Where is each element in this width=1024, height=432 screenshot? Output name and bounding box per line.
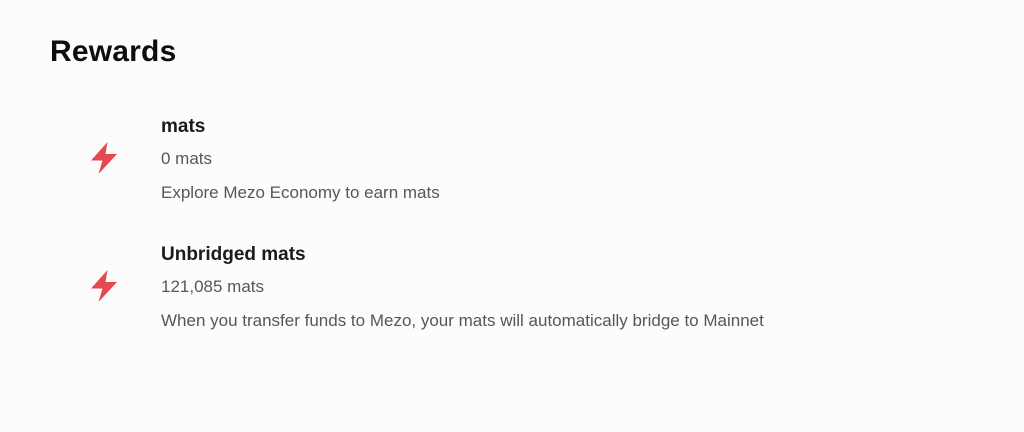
lightning-bolt-icon	[86, 268, 122, 304]
reward-item-mats: mats 0 mats Explore Mezo Economy to earn…	[0, 112, 1024, 212]
page-title: Rewards	[50, 35, 177, 68]
reward-title: mats	[161, 116, 206, 137]
reward-description: When you transfer funds to Mezo, your ma…	[161, 311, 764, 330]
lightning-bolt-icon	[86, 140, 122, 176]
reward-amount: 0 mats	[161, 149, 213, 168]
reward-amount: 121,085 mats	[161, 277, 265, 296]
reward-title: Unbridged mats	[161, 244, 306, 265]
reward-item-unbridged-mats: Unbridged mats 121,085 mats When you tra…	[0, 240, 1024, 340]
reward-description: Explore Mezo Economy to earn mats	[161, 183, 440, 202]
